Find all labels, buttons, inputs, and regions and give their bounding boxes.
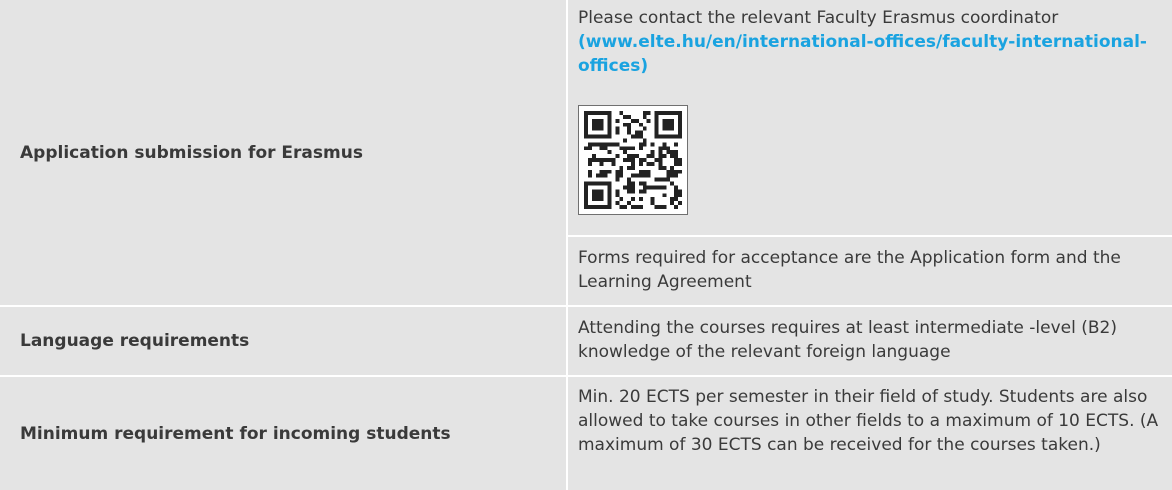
forms-text: Forms required for acceptance are the Ap… — [578, 248, 1121, 292]
row-label-minimum: Minimum requirement for incoming student… — [0, 377, 566, 490]
qr-code-icon — [578, 105, 688, 215]
row-label-application: Application submission for Erasmus — [0, 0, 566, 305]
minimum-text: Min. 20 ECTS per semester in their field… — [578, 387, 1159, 455]
info-table: Application submission for Erasmus Pleas… — [0, 0, 1172, 490]
language-text: Attending the courses requires at least … — [578, 318, 1117, 362]
qr-code-graphic — [584, 111, 682, 209]
application-contact-cell: Please contact the relevant Faculty Eras… — [568, 0, 1172, 235]
application-label: Application submission for Erasmus — [20, 142, 363, 163]
language-label: Language requirements — [20, 331, 250, 351]
application-forms-cell: Forms required for acceptance are the Ap… — [568, 237, 1172, 305]
faculty-offices-link[interactable]: (www.elte.hu/en/international-offices/fa… — [578, 30, 1164, 78]
language-cell: Attending the courses requires at least … — [568, 307, 1172, 375]
minimum-label: Minimum requirement for incoming student… — [20, 423, 451, 444]
minimum-cell: Min. 20 ECTS per semester in their field… — [568, 377, 1172, 490]
row-label-language: Language requirements — [0, 307, 566, 375]
contact-text: Please contact the relevant Faculty Eras… — [578, 8, 1059, 28]
